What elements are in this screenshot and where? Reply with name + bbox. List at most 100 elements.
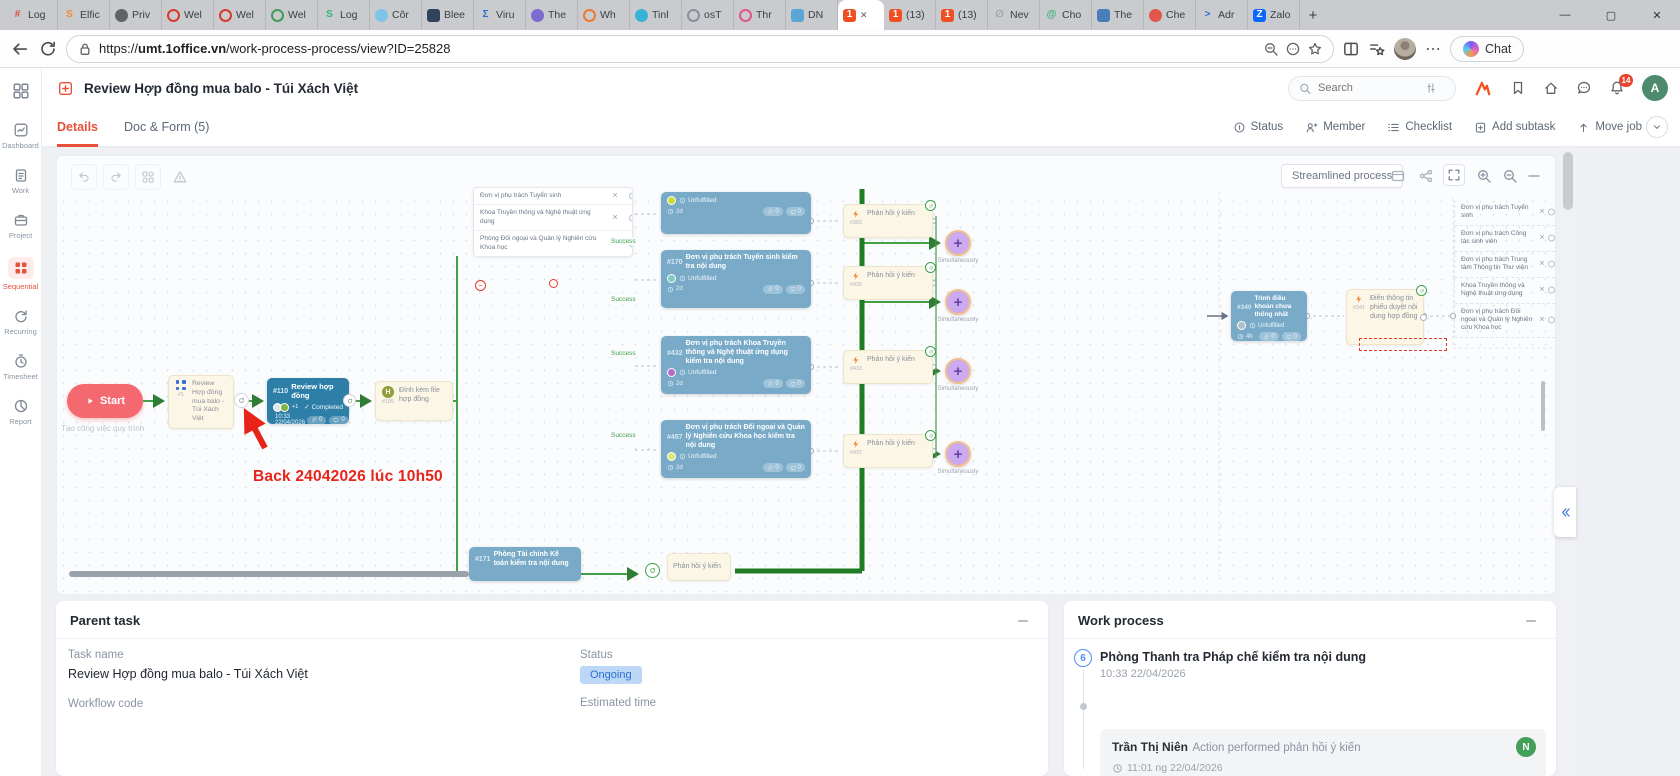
profile-avatar[interactable] (1394, 38, 1416, 60)
browser-tab[interactable]: osT (682, 0, 734, 30)
sidebar-item-sequential[interactable]: Sequential (0, 257, 42, 291)
browser-tab[interactable]: @Cho (1040, 0, 1092, 30)
connection-port[interactable] (1548, 261, 1555, 268)
remove-row-icon[interactable]: ✕ (1539, 208, 1545, 217)
flow-node-457[interactable]: #457Đơn vị phụ trách Đối ngoại và Quản l… (661, 420, 811, 478)
redo-button[interactable] (103, 164, 129, 190)
browser-tab[interactable]: DN (786, 0, 838, 30)
browser-tab[interactable]: Wel (214, 0, 266, 30)
browser-tab[interactable]: 1(13) (884, 0, 936, 30)
browser-menu-icon[interactable] (1424, 40, 1442, 58)
flow-node-171[interactable]: #171Phòng Tài chính Kế toán kiểm tra nội… (469, 547, 581, 581)
flow-node-feedback[interactable]: #433Phản hồi ý kiến (843, 350, 933, 384)
sidebar-item-work[interactable]: Work (0, 167, 42, 195)
browser-tab[interactable]: Wel (162, 0, 214, 30)
connection-port[interactable] (1548, 317, 1555, 324)
browser-tab[interactable]: #Log (6, 0, 58, 30)
connection-port[interactable] (1548, 235, 1555, 242)
sidebar-item-dashboard[interactable]: Dashboard (0, 122, 42, 150)
refresh-icon[interactable] (38, 39, 58, 59)
sidebar-item-recurring[interactable]: Recurring (0, 308, 42, 336)
browser-tab[interactable]: 1(13) (936, 0, 988, 30)
browser-tab[interactable]: Blee (422, 0, 474, 30)
1office-logo-icon[interactable] (1473, 79, 1493, 97)
browser-tab[interactable]: ZZalo (1248, 0, 1300, 30)
browser-tab[interactable]: Che (1144, 0, 1196, 30)
browser-tab[interactable]: The (1092, 0, 1144, 30)
app-launcher-icon[interactable] (12, 82, 30, 100)
action-member[interactable]: Member (1305, 121, 1365, 134)
browser-tab-active[interactable]: 1✕ (838, 0, 884, 30)
zoom-in-icon[interactable] (1473, 165, 1495, 187)
remove-row-icon[interactable]: ✕ (612, 213, 618, 222)
action-add-subtask[interactable]: Add subtask (1474, 121, 1555, 134)
browser-tab[interactable]: Priv (110, 0, 162, 30)
home-icon[interactable] (1543, 80, 1559, 96)
branch-port[interactable] (549, 279, 558, 288)
window-minimize-button[interactable]: — (1542, 0, 1588, 30)
share-nodes-icon[interactable] (1415, 165, 1437, 187)
flow-node-feedback[interactable]: #435Phản hồi ý kiến (843, 266, 933, 300)
connection-port[interactable] (1548, 287, 1555, 294)
sidebar-item-project[interactable]: Project (0, 212, 42, 240)
minimap-icon[interactable] (1387, 165, 1409, 187)
flow-node-simultaneously[interactable]: + (945, 289, 971, 315)
flow-node-feedback[interactable]: #382Phản hồi ý kiến (843, 204, 933, 238)
remove-row-icon[interactable]: ✕ (1539, 260, 1545, 269)
flow-node-432[interactable]: #432Đơn vị phụ trách Khoa Truyền thông v… (661, 336, 811, 394)
favorite-star-icon[interactable] (1307, 41, 1323, 57)
flow-node-110[interactable]: #110Review hợp đồng +1 ✓Completed 10:332… (267, 378, 349, 424)
remove-row-icon[interactable]: ✕ (1539, 234, 1545, 243)
browser-tab[interactable]: SElfic (58, 0, 110, 30)
browser-tab[interactable]: ∅Nev (988, 0, 1040, 30)
user-avatar[interactable]: A (1642, 75, 1668, 101)
url-field[interactable]: https://umt.1office.vn/work-process-proc… (66, 35, 1334, 63)
search-input[interactable] (1318, 82, 1418, 94)
action-move-job[interactable]: Move job (1577, 121, 1642, 134)
flow-node-attach-file[interactable]: H#185 Đính kèm file hợp đồng (375, 381, 453, 421)
browser-tab[interactable]: Thr (734, 0, 786, 30)
ad-blocker-icon[interactable] (1285, 41, 1301, 57)
flow-node-check-top[interactable]: Unfulfilled 2d 00 (661, 192, 811, 234)
streamlined-process-button[interactable]: Streamlined process (1281, 164, 1403, 188)
remove-branch-button[interactable]: − (475, 280, 486, 291)
rollback-badge[interactable] (343, 394, 356, 407)
flow-node-feedback[interactable]: #437Phản hồi ý kiến (843, 434, 933, 468)
action-status[interactable]: Status (1233, 121, 1284, 134)
new-tab-button[interactable]: + (1300, 0, 1326, 30)
flow-node-start[interactable]: Start (67, 384, 143, 418)
collapse-canvas-icon[interactable] (1523, 165, 1545, 187)
flow-node-feedback-bottom[interactable]: Phản hồi ý kiến (667, 553, 731, 581)
auto-layout-button[interactable] (135, 164, 161, 190)
undo-button[interactable] (71, 164, 97, 190)
canvas-vertical-scrollbar[interactable] (1541, 381, 1545, 431)
remove-row-icon[interactable]: ✕ (1539, 316, 1545, 325)
tab-doc-form[interactable]: Doc & Form (5) (124, 108, 209, 147)
tab-details[interactable]: Details (57, 108, 98, 147)
sidebar-item-report[interactable]: Report (0, 398, 42, 426)
flow-node-fill-form[interactable]: #341 Điền thông tin phiếu duyệt nội dung… (1346, 289, 1424, 345)
page-scrollbar[interactable] (1560, 147, 1576, 776)
browser-tab[interactable]: SLog (318, 0, 370, 30)
window-close-button[interactable]: ✕ (1634, 0, 1680, 30)
sidebar-item-timesheet[interactable]: Timesheet (0, 353, 42, 381)
search-filter-icon[interactable] (1423, 82, 1439, 94)
fullscreen-icon[interactable] (1443, 164, 1465, 186)
flow-node-340[interactable]: #340Trình điều khoản chưa thống nhất Unf… (1231, 291, 1307, 341)
browser-tab[interactable]: The (526, 0, 578, 30)
browser-tab[interactable]: ΣViru (474, 0, 526, 30)
browser-tab[interactable]: Wh (578, 0, 630, 30)
messages-icon[interactable] (1576, 80, 1592, 96)
flow-node-simultaneously[interactable]: + (945, 441, 971, 467)
remove-row-icon[interactable]: ✕ (1539, 286, 1545, 295)
tab-close-icon[interactable]: ✕ (860, 10, 868, 21)
connection-port[interactable] (1548, 209, 1555, 216)
action-checklist[interactable]: Checklist (1387, 121, 1452, 134)
browser-tab[interactable]: Wel (266, 0, 318, 30)
connection-port[interactable] (629, 193, 633, 200)
split-screen-icon[interactable] (1342, 40, 1360, 58)
browser-tab[interactable]: Tinl (630, 0, 682, 30)
flow-node-task-review[interactable]: #1 Review Hợp đồng mua balo - Túi Xách V… (168, 375, 234, 429)
remove-row-icon[interactable]: ✕ (612, 192, 618, 201)
zoom-out-icon[interactable] (1499, 165, 1521, 187)
